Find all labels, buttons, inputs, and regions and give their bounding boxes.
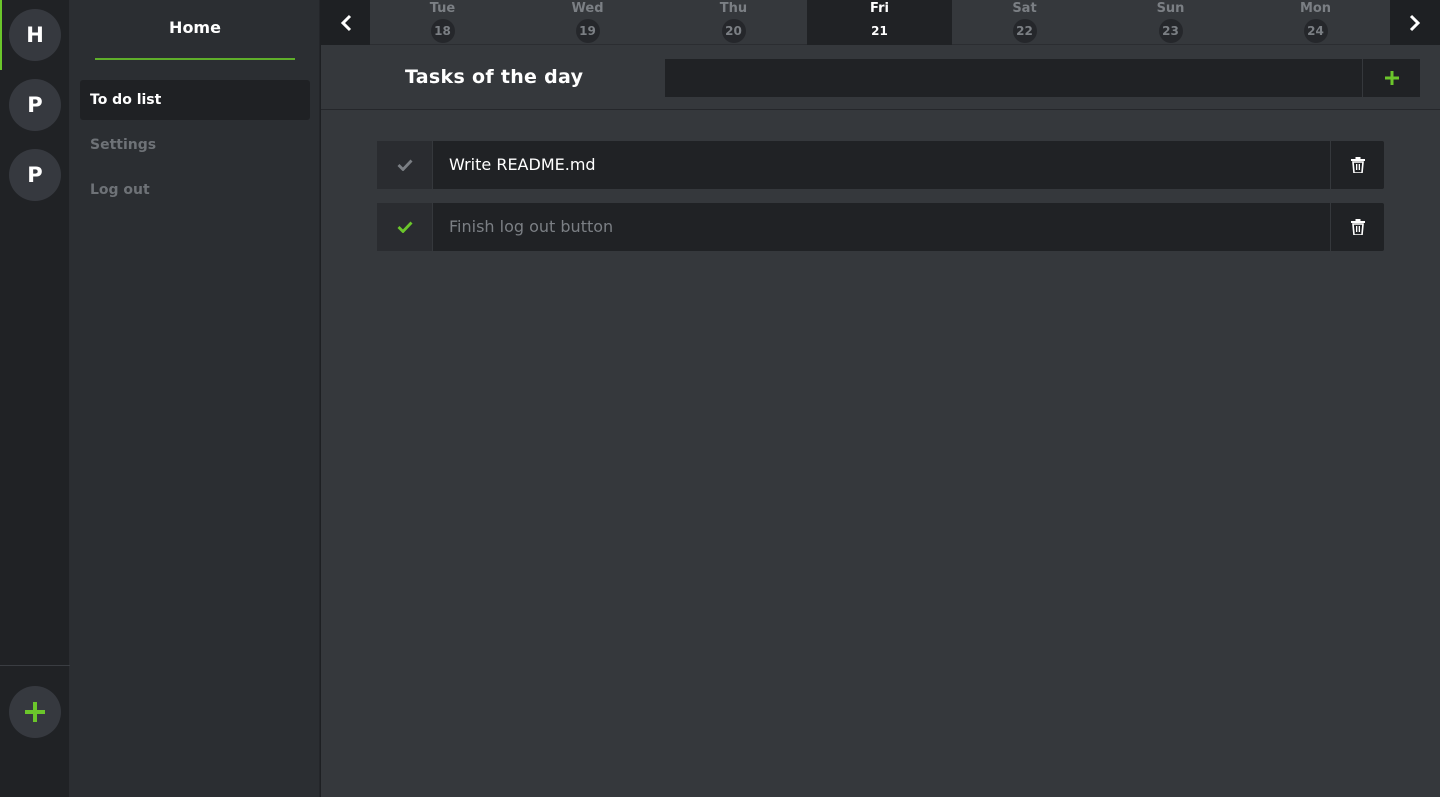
trash-icon	[1350, 219, 1365, 235]
delete-task-button[interactable]	[1330, 141, 1384, 189]
channel-sidebar: Home To do list Settings Log out	[70, 0, 320, 797]
day-number: 23	[1158, 19, 1183, 43]
server-button[interactable]: P	[9, 149, 61, 201]
check-icon	[397, 221, 413, 233]
server-button[interactable]: P	[9, 79, 61, 131]
day-sat[interactable]: Sat 22	[952, 0, 1097, 45]
new-task-input[interactable]	[665, 59, 1362, 97]
day-sun[interactable]: Sun 23	[1098, 0, 1243, 45]
day-wed[interactable]: Wed 19	[515, 0, 660, 45]
task-row: Finish log out button	[377, 203, 1384, 251]
delete-task-button[interactable]	[1330, 203, 1384, 251]
add-task-button[interactable]	[1362, 59, 1420, 97]
add-server-button[interactable]	[9, 686, 61, 738]
page-title: Tasks of the day	[405, 66, 584, 88]
nav-item-settings[interactable]: Settings	[80, 125, 310, 165]
plus-icon	[25, 702, 45, 722]
task-toggle-button[interactable]	[377, 141, 433, 189]
title-underline	[95, 58, 295, 60]
server-button-home[interactable]: H	[9, 9, 61, 61]
nav-item-log-out[interactable]: Log out	[80, 170, 310, 210]
day-number: 21	[871, 24, 888, 38]
task-text: Write README.md	[449, 155, 596, 174]
day-tue[interactable]: Tue 18	[370, 0, 515, 45]
day-name: Sat	[1012, 1, 1037, 16]
day-name: Mon	[1299, 1, 1332, 16]
day-fri-selected[interactable]: Fri 21	[807, 0, 952, 45]
day-mon[interactable]: Mon 24	[1243, 0, 1388, 45]
chevron-right-icon	[1409, 14, 1421, 31]
sidebar-title: Home	[169, 18, 221, 37]
chevron-left-icon	[340, 14, 351, 31]
nav-item-todo-list[interactable]: To do list	[80, 80, 310, 120]
day-thu[interactable]: Thu 20	[661, 0, 806, 45]
day-selector: Tue 18 Wed 19 Thu 20 Fri 21 Sat 22 Sun 2…	[321, 0, 1440, 45]
day-name: Wed	[571, 1, 604, 16]
day-number: 24	[1303, 19, 1328, 43]
day-name: Sun	[1156, 1, 1185, 16]
task-toggle-button[interactable]	[377, 203, 433, 251]
active-server-indicator	[0, 0, 2, 70]
rail-divider	[0, 665, 70, 666]
next-days-button[interactable]	[1390, 0, 1440, 45]
day-name: Tue	[429, 1, 456, 16]
check-icon	[397, 159, 413, 171]
day-name: Thu	[719, 1, 748, 16]
day-number: 19	[575, 19, 600, 43]
trash-icon	[1350, 157, 1365, 173]
previous-days-button[interactable]	[321, 0, 370, 45]
day-number: 18	[430, 19, 455, 43]
day-name: Fri	[870, 1, 889, 16]
plus-icon	[1384, 71, 1399, 85]
server-rail: H P P	[0, 0, 70, 797]
task-text: Finish log out button	[449, 217, 614, 236]
main-panel: Tue 18 Wed 19 Thu 20 Fri 21 Sat 22 Sun 2…	[321, 0, 1440, 797]
task-row: Write README.md	[377, 141, 1384, 189]
tasks-header: Tasks of the day	[321, 46, 1440, 110]
day-number: 20	[721, 19, 746, 43]
day-number: 22	[1012, 19, 1037, 43]
